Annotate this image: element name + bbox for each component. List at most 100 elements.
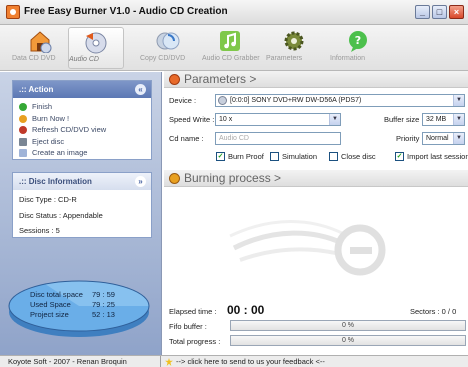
project-size-value: 52 : 13 [92, 310, 115, 319]
action-burn-now[interactable]: Burn Now ! [13, 113, 151, 125]
info-bubble-icon: ? [345, 29, 371, 53]
disc-info-panel: .:: Disc Information » Disc Type : CD-R … [12, 172, 152, 238]
chevron-down-icon: ▼ [329, 114, 340, 125]
priority-value: Normal [426, 135, 449, 142]
expand-icon[interactable]: » [135, 176, 146, 187]
copyright-text: Koyote Soft - 2007 - Renan Broquin [8, 357, 127, 366]
burn-proof-checkbox[interactable]: ✓ Burn Proof [216, 151, 264, 162]
app-icon [6, 5, 20, 19]
speed-value: 10 x [219, 116, 233, 123]
window-title: Free Easy Burner V1.0 - Audio CD Creatio… [24, 6, 228, 17]
action-panel: .:: Action « Finish Burn Now ! Refresh C… [12, 80, 152, 160]
action-eject[interactable]: Eject disc [13, 136, 151, 148]
information-tab[interactable]: ? Information [330, 27, 386, 69]
left-sidebar: .:: Action « Finish Burn Now ! Refresh C… [0, 72, 162, 355]
disc-usage-legend: Disc total space 79 : 59 Used Space 79 : 2… [30, 290, 130, 320]
burn-proof-label: Burn Proof [228, 152, 264, 161]
parameters-header: Parameters > [164, 71, 468, 88]
project-size-label: Project size [30, 310, 69, 319]
simulation-checkbox[interactable]: Simulation [270, 151, 317, 162]
status-divider [160, 356, 161, 367]
maximize-button[interactable]: □ [432, 5, 447, 19]
burning-section-icon [169, 173, 180, 184]
disc-status: Disc Status : Appendable [19, 210, 103, 220]
disc-total-label: Disc total space [30, 290, 83, 299]
action-panel-header[interactable]: .:: Action « [13, 81, 151, 98]
import-last-session-label: Import last session [407, 152, 468, 161]
chevron-down-icon: ▼ [453, 95, 464, 106]
close-disc-checkbox[interactable]: Close disc [329, 151, 376, 162]
disc-total-value: 79 : 59 [92, 290, 115, 299]
sectors-count: Sectors : 0 / 0 [410, 307, 457, 316]
fifo-progress-bar: 0 % [230, 320, 466, 331]
priority-select[interactable]: Normal ▼ [422, 132, 465, 145]
collapse-icon[interactable]: « [135, 84, 146, 95]
main-toolbar: Data CD DVD Audio CD Copy CD/DVD Audio C… [0, 25, 468, 71]
action-create-image[interactable]: Create an image [13, 147, 151, 159]
device-value: [0:0:0] SONY DVD+RW DW-D56A (PDS7) [230, 97, 362, 104]
disc-info-header[interactable]: .:: Disc Information » [13, 173, 151, 190]
refresh-icon [19, 126, 27, 135]
buffer-value: 32 MB [426, 116, 447, 123]
speed-label: Speed Write : [169, 115, 215, 124]
drive-icon [218, 96, 227, 105]
tab-label: Parameters [266, 55, 303, 62]
parameters-section-icon [169, 74, 180, 85]
used-space-label: Used Space [30, 300, 71, 309]
checkbox-checked: ✓ [216, 152, 225, 161]
elapsed-label: Elapsed time : [169, 307, 217, 316]
cd-name-placeholder: Audio CD [219, 135, 249, 142]
buffer-select[interactable]: 32 MB ▼ [422, 113, 465, 126]
cd-name-input[interactable]: Audio CD [215, 132, 341, 145]
device-label: Device : [169, 96, 197, 105]
gear-icon [281, 29, 307, 53]
parameters-panel: Device : [0:0:0] SONY DVD+RW DW-D56A (PD… [164, 88, 468, 166]
checkbox-unchecked [329, 152, 338, 161]
action-refresh[interactable]: Refresh CD/DVD view [13, 124, 151, 136]
tab-label: Data CD DVD [12, 55, 56, 62]
audio-disc-icon [83, 30, 109, 54]
star-icon [165, 358, 173, 366]
tab-label: Copy CD/DVD [140, 55, 186, 62]
speed-select[interactable]: 10 x ▼ [215, 113, 341, 126]
checkbox-unchecked [270, 152, 279, 161]
simulation-label: Simulation [282, 152, 318, 161]
total-progress-bar: 0 % [230, 335, 466, 346]
data-cd-dvd-tab[interactable]: Data CD DVD [12, 27, 68, 69]
cdname-label: Cd name : [169, 134, 204, 143]
audio-cd-tab[interactable]: Audio CD [68, 27, 124, 69]
minimize-button[interactable]: _ [415, 5, 430, 19]
device-select[interactable]: [0:0:0] SONY DVD+RW DW-D56A (PDS7) ▼ [215, 94, 465, 107]
burning-status: Elapsed time : 00 : 00 Sectors : 0 / 0 F… [164, 300, 468, 350]
title-bar: Free Easy Burner V1.0 - Audio CD Creatio… [0, 0, 468, 25]
disc-total-row: Disc total space 79 : 59 [30, 290, 130, 300]
used-space-row: Used Space 79 : 25 [30, 300, 130, 310]
svg-text:?: ? [355, 34, 361, 47]
buffer-label: Buffer size [384, 115, 420, 124]
status-bar: Koyote Soft - 2007 - Renan Broquin --> c… [0, 355, 468, 367]
burn-icon [19, 114, 27, 123]
fifo-label: Fifo buffer : [169, 322, 207, 331]
disc-type: Disc Type : CD-R [19, 195, 77, 204]
tab-label: Audio CD Grabber [202, 55, 260, 62]
chevron-down-icon: ▼ [453, 114, 464, 125]
action-label: Finish [32, 102, 53, 111]
import-last-session-checkbox[interactable]: ✓ Import last session [395, 151, 468, 162]
disc-info-title: .:: Disc Information [19, 177, 92, 186]
action-finish[interactable]: Finish [13, 101, 151, 113]
tab-label: Audio CD [69, 56, 99, 63]
action-label: Eject disc [32, 136, 65, 146]
audio-cd-grabber-tab[interactable]: Audio CD Grabber [202, 27, 260, 69]
used-space-value: 79 : 25 [92, 300, 115, 309]
disc-sessions: Sessions : 5 [19, 226, 60, 235]
feedback-link[interactable]: --> click here to send to us your feedba… [176, 356, 325, 367]
total-progress-label: Total progress : [169, 337, 221, 346]
copy-cd-dvd-tab[interactable]: Copy CD/DVD [140, 27, 196, 69]
action-label: Burn Now ! [32, 113, 70, 123]
eject-icon [19, 137, 27, 146]
action-label: Refresh CD/DVD view [32, 125, 107, 135]
close-button[interactable]: × [449, 5, 464, 19]
burning-title: Burning process > [184, 171, 282, 185]
parameters-tab[interactable]: Parameters [266, 27, 322, 69]
action-panel-title: .:: Action [19, 85, 54, 94]
